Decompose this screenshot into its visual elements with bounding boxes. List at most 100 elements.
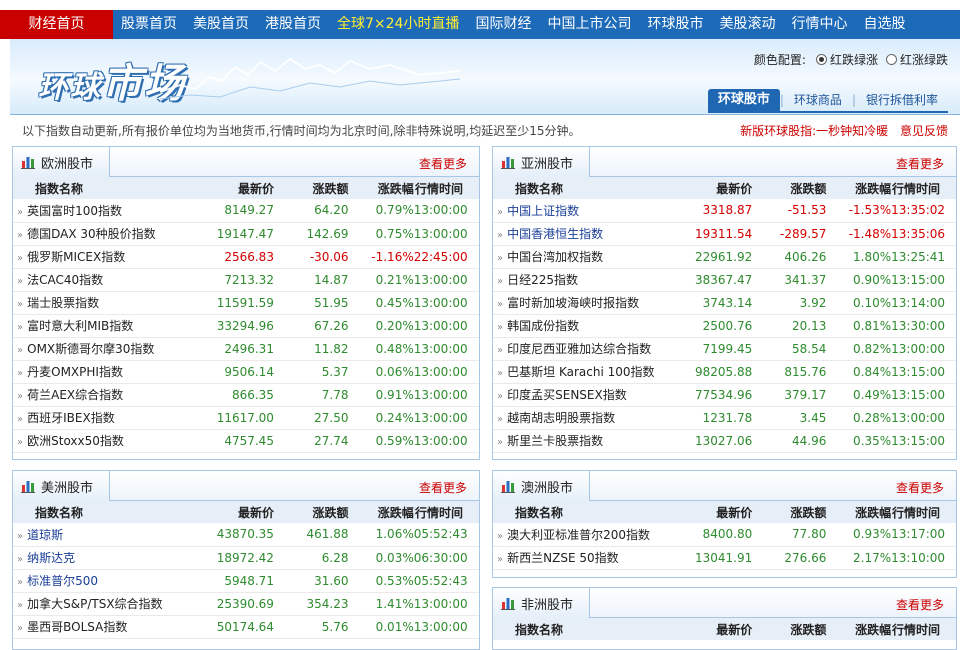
last-price: 9506.14: [213, 360, 274, 384]
table-header-row: 指数名称 最新价 涨跌额 涨跌幅 行情时间: [493, 177, 956, 199]
quote-time: 13:35:02: [891, 199, 956, 223]
index-name-link[interactable]: 瑞士股票指数: [27, 296, 99, 310]
table-row: » 富时意大利MIB指数 33294.96 67.26 0.20% 13:00:00: [13, 314, 479, 338]
quote-time: 13:00:00: [413, 406, 479, 430]
index-name-link[interactable]: 中国香港恒生指数: [507, 227, 603, 241]
change: 815.76: [752, 360, 827, 384]
nav-item-0[interactable]: 财经首页: [0, 10, 113, 39]
index-name-link[interactable]: 印度孟买SENSEX指数: [507, 388, 627, 402]
index-name-link[interactable]: 澳大利亚标准普尔200指数: [507, 528, 650, 542]
nav-item-1[interactable]: 股票首页: [113, 10, 185, 39]
change-pct: 0.48%: [348, 337, 414, 361]
tab-interbank-rates[interactable]: 银行拆借利率: [856, 89, 948, 111]
index-name-link[interactable]: 荷兰AEX综合指数: [27, 388, 123, 402]
africa-panel: 非洲股市 查看更多 指数名称 最新价 涨跌额 涨跌幅 行情时间: [492, 587, 957, 650]
nav-item-2[interactable]: 美股首页: [185, 10, 257, 39]
quote-time: 05:52:43: [413, 523, 479, 547]
last-price: 866.35: [213, 383, 274, 407]
nav-item-3[interactable]: 港股首页: [257, 10, 329, 39]
change-pct: 0.28%: [826, 406, 892, 430]
feedback-link[interactable]: 意见反馈: [900, 124, 948, 138]
view-more-link[interactable]: 查看更多: [896, 479, 944, 496]
index-name-link[interactable]: 英国富时100指数: [27, 204, 122, 218]
last-price: 33294.96: [213, 314, 274, 338]
double-arrow-icon: »: [17, 623, 23, 634]
index-name-link[interactable]: 中国台湾加权指数: [507, 250, 603, 264]
index-name-link[interactable]: 加拿大S&P/TSX综合指数: [27, 597, 162, 611]
table-row: » 标准普尔500 5948.71 31.60 0.53% 05:52:43: [13, 569, 479, 593]
index-name-link[interactable]: 新西兰NZSE 50指数: [507, 551, 618, 565]
quote-time: 13:00:00: [413, 615, 479, 639]
nav-item-5[interactable]: 国际财经: [467, 10, 539, 39]
index-name-link[interactable]: 富时意大利MIB指数: [27, 319, 133, 333]
view-more-link[interactable]: 查看更多: [896, 155, 944, 172]
change: 379.17: [752, 383, 827, 407]
index-name-link[interactable]: 斯里兰卡股票指数: [507, 434, 603, 448]
table-row: » 加拿大S&P/TSX综合指数 25390.69 354.23 1.41% 13:00:…: [13, 592, 479, 616]
index-name-link[interactable]: 德国DAX 30种股价指数: [27, 227, 156, 241]
radio-red-up[interactable]: [885, 54, 897, 65]
nav-item-7[interactable]: 环球股市: [639, 10, 711, 39]
nav-item-8[interactable]: 美股滚动: [711, 10, 783, 39]
change: 5.37: [273, 360, 349, 384]
nav-item-4[interactable]: 全球7×24小时直播: [329, 10, 467, 39]
index-name-link[interactable]: 标准普尔500: [27, 574, 98, 588]
change-pct: -1.48%: [826, 222, 892, 246]
index-name-link[interactable]: 西班牙IBEX指数: [27, 411, 115, 425]
index-name-link[interactable]: 巴基斯坦 Karachi 100指数: [507, 365, 654, 379]
double-arrow-icon: »: [17, 206, 23, 218]
tab-global-stocks[interactable]: 环球股市: [707, 89, 780, 111]
index-name-link[interactable]: OMX斯德哥尔摩30指数: [27, 342, 154, 356]
index-table: 指数名称 最新价 涨跌额 涨跌幅 行情时间 » 中国上证指数 3318.87 -51.53 -1.…: [493, 177, 956, 453]
index-name-link[interactable]: 墨西哥BOLSA指数: [27, 620, 127, 634]
view-more-link[interactable]: 查看更多: [896, 596, 944, 613]
quote-time: 13:00:00: [413, 360, 479, 384]
index-table: 指数名称 最新价 涨跌额 涨跌幅 行情时间» 英国富时100指数 8149.27 64.20 0…: [13, 177, 479, 453]
new-index-link[interactable]: 新版环球股指:一秒钟知冷暖: [740, 124, 888, 138]
quote-time: 06:30:00: [413, 546, 479, 570]
last-price: 8400.80: [692, 523, 753, 547]
index-name-link[interactable]: 中国上证指数: [507, 204, 579, 218]
double-arrow-icon: »: [17, 368, 23, 379]
index-name-link[interactable]: 纳斯达克: [27, 551, 75, 565]
america-panel: 美洲股市 查看更多 指数名称 最新价 涨跌额 涨跌幅 行情时间 » 道琼斯 43870.35 461…: [12, 470, 480, 650]
index-name-link[interactable]: 法CAC40指数: [27, 273, 103, 287]
change-pct: 0.75%: [348, 222, 414, 246]
index-name-link[interactable]: 韩国成份指数: [507, 319, 579, 333]
bar-chart-icon: [21, 480, 35, 493]
table-row: » 英国富时100指数 8149.27 64.20 0.79% 13:00:00: [13, 199, 479, 223]
double-arrow-icon: »: [497, 368, 503, 379]
index-name-link[interactable]: 道琼斯: [27, 528, 63, 542]
nav-item-10[interactable]: 自选股: [855, 10, 913, 39]
last-price: 2496.31: [213, 337, 274, 361]
index-name-link[interactable]: 越南胡志明股票指数: [507, 411, 615, 425]
change-pct: 0.45%: [348, 291, 414, 315]
quote-time: 13:35:06: [891, 222, 956, 246]
double-arrow-icon: »: [17, 345, 23, 356]
index-name-link[interactable]: 欧洲Stoxx50指数: [27, 434, 124, 448]
table-row: » 斯里兰卡股票指数 13027.06 44.96 0.35% 13:15:00: [493, 429, 956, 453]
index-name-link[interactable]: 日经225指数: [507, 273, 578, 287]
index-name-link[interactable]: 印度尼西亚雅加达综合指数: [507, 342, 651, 356]
double-arrow-icon: »: [497, 554, 503, 565]
index-name-link[interactable]: 丹麦OMXPHI指数: [27, 365, 123, 379]
index-name-link[interactable]: 俄罗斯MICEX指数: [27, 250, 125, 264]
tab-global-commodities[interactable]: 环球商品: [784, 89, 852, 111]
double-arrow-icon: »: [497, 391, 503, 402]
view-more-link[interactable]: 查看更多: [419, 155, 467, 172]
table-row: » 欧洲Stoxx50指数 4757.45 27.74 0.59% 13:00:00: [13, 429, 479, 453]
double-arrow-icon: »: [17, 437, 23, 448]
radio-red-down[interactable]: [815, 54, 827, 65]
change-pct: 0.93%: [826, 523, 892, 547]
quote-time: 13:15:00: [891, 429, 956, 453]
index-name-link[interactable]: 富时新加坡海峡时报指数: [507, 296, 639, 310]
nav-item-6[interactable]: 中国上市公司: [539, 10, 639, 39]
double-arrow-icon: »: [497, 230, 503, 241]
double-arrow-icon: »: [17, 391, 23, 402]
table-row: » 中国香港恒生指数 19311.54 -289.57 -1.48% 13:35:06: [493, 222, 956, 246]
bar-chart-icon: [501, 597, 515, 610]
view-more-link[interactable]: 查看更多: [419, 479, 467, 496]
nav-item-9[interactable]: 行情中心: [783, 10, 855, 39]
last-price: 4757.45: [213, 429, 274, 453]
quote-time: 13:00:00: [413, 314, 479, 338]
